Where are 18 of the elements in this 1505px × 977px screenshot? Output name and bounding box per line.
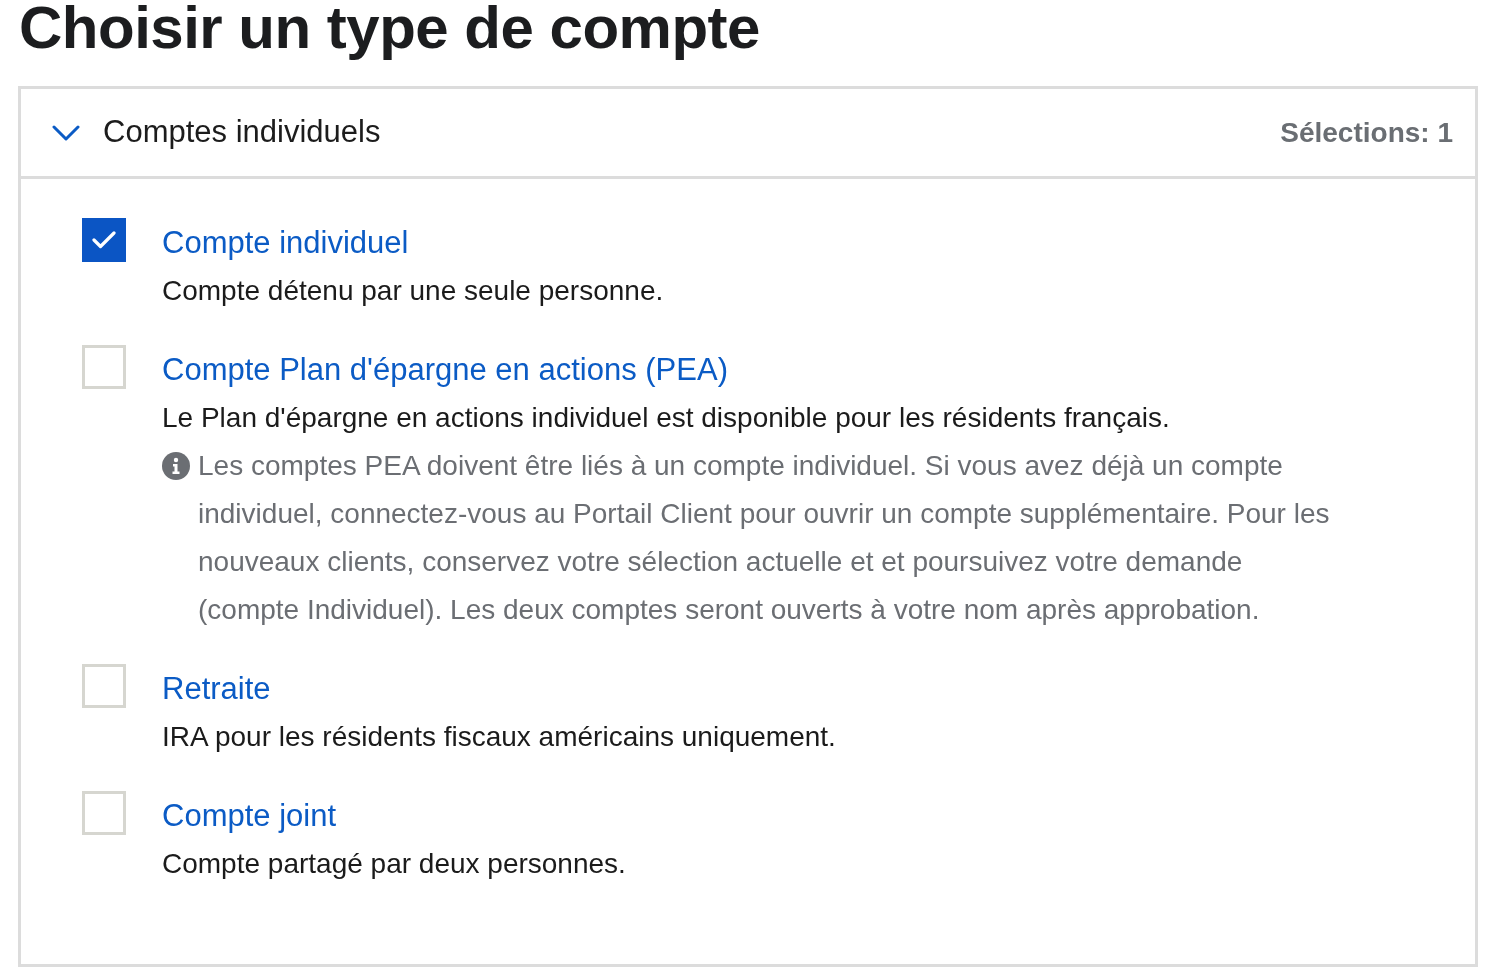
option-label[interactable]: Compte individuel — [162, 219, 409, 267]
checkbox[interactable] — [82, 218, 126, 262]
selection-count: Sélections: 1 — [1280, 115, 1453, 150]
option-description: Compte détenu par une seule personne. — [162, 274, 664, 308]
accordion-header[interactable]: Comptes individuels Sélections: 1 — [21, 89, 1475, 176]
option-description: Le Plan d'épargne en actions individuel est disponible pour les résidents français. — [162, 401, 1170, 435]
option-description: IRA pour les résidents fiscaux américains uniquement. — [162, 720, 836, 754]
info-note: Les comptes PEA doivent être liés à un compte individuel. Si vous avez déjà un compte individuel, connectez-vous au Portail Client pour ouvrir un compte supplémentaire. Pour les nouveaux clients, conservez votre sélection actuelle et et poursuivez votre demande (compte Individuel). Les deux comptes seront ouverts à votre nom après approbation. — [198, 449, 1331, 627]
checkbox[interactable] — [82, 664, 126, 708]
option-description: Compte partagé par deux personnes. — [162, 847, 626, 881]
check-icon — [92, 231, 116, 249]
checkbox[interactable] — [82, 345, 126, 389]
option-label[interactable]: Compte joint — [162, 792, 337, 840]
checkbox[interactable] — [82, 791, 126, 835]
option-label[interactable]: Retraite — [162, 665, 271, 713]
section-title: Comptes individuels — [103, 113, 381, 152]
option-label[interactable]: Compte Plan d'épargne en actions (PEA) — [162, 346, 728, 394]
info-icon — [162, 452, 190, 480]
